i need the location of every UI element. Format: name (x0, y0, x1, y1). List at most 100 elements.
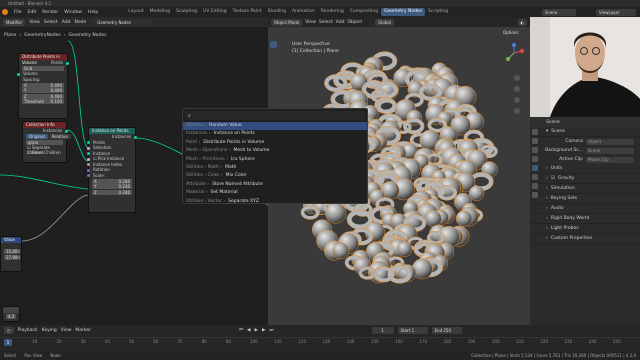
scale-y-field[interactable]: Y 0.240 (92, 184, 132, 189)
scale-x-field[interactable]: X 0.240 (92, 178, 132, 184)
blender-logo-icon[interactable] (2, 9, 8, 15)
tab-geometry-nodes[interactable]: Geometry Nodes (381, 8, 426, 16)
audio-panel[interactable]: › Audio (530, 204, 640, 214)
start-frame-field[interactable]: Start 1 (397, 326, 428, 334)
gravity-panel[interactable]: › ☑ Gravity (530, 174, 640, 184)
units-panel[interactable]: › Units (530, 164, 640, 174)
vp-menu-add[interactable]: Add (336, 20, 345, 25)
background-scene-field[interactable]: Scene (586, 147, 634, 154)
vp-menu-view[interactable]: View (305, 20, 316, 25)
scene-panel-header[interactable]: ▾ Scene (530, 127, 640, 137)
camera-field[interactable]: Object (586, 138, 634, 145)
menu-select[interactable]: Select (44, 20, 58, 25)
simulation-panel[interactable]: › Simulation (530, 184, 640, 194)
search-result-item[interactable]: Utilities › Vector › Separate XYZ (183, 198, 367, 206)
tab-scripting[interactable]: Scripting (425, 8, 451, 16)
timeline-ruler[interactable]: 0102030405060708090100110120130140150160… (0, 337, 640, 345)
custom-properties-panel[interactable]: › Custom Properties (530, 234, 640, 244)
search-result-item[interactable]: Mesh › Primitives › Ico Sphere (183, 156, 367, 164)
tab-shading[interactable]: Shading (265, 8, 289, 16)
modifier-tab-icon[interactable] (532, 192, 538, 198)
search-result-item[interactable]: Utilities › Math › Math (183, 164, 367, 172)
jump-end-button[interactable]: ⏭ (269, 327, 273, 333)
scale-z-field[interactable]: Z 0.240 (92, 189, 132, 195)
play-button[interactable]: ▶ (255, 328, 258, 333)
spacing-y-field[interactable]: Y 0.490 (22, 88, 64, 93)
search-result-item[interactable]: Point › Distribute Points in Volume (183, 139, 367, 147)
navigation-gizmo[interactable] (504, 43, 524, 63)
search-result-item[interactable]: Material › Set Material (183, 189, 367, 197)
spacing-z-field[interactable]: Z 0.490 (22, 93, 64, 99)
object-mode-dropdown[interactable]: Object Mode (271, 18, 303, 26)
search-result-item[interactable]: Instances › Instance on Points (183, 130, 367, 138)
output-tab-icon[interactable] (532, 147, 538, 153)
keying-menu[interactable]: Keying (42, 328, 57, 333)
value-field-2[interactable]: 27.900 (4, 254, 20, 260)
vp-menu-select[interactable]: Select (319, 20, 333, 25)
transform-orientation-dropdown[interactable]: Global (375, 18, 394, 26)
node-tree-selector[interactable]: Geometry Nodes (94, 18, 153, 26)
rigid-body-panel[interactable]: › Rigid Body World (530, 214, 640, 224)
threshold-field[interactable]: Threshold 0.100 (22, 99, 64, 104)
view-menu[interactable]: View (61, 328, 72, 333)
menu-view[interactable]: View (29, 20, 40, 25)
select-tool-icon[interactable] (270, 41, 277, 48)
search-result-item[interactable]: Attribute › Store Named Attribute (183, 181, 367, 189)
tab-uv-editing[interactable]: UV Editing (200, 8, 229, 16)
reset-children-checkbox[interactable]: ☑ Reset Children (23, 150, 66, 156)
tab-modeling[interactable]: Modeling (147, 8, 173, 16)
options-dropdown[interactable]: Options (500, 29, 522, 36)
playback-menu[interactable]: Playback (18, 328, 38, 333)
menu-window[interactable]: Window (61, 10, 85, 15)
distribute-points-node[interactable]: Distribute Points in Volume Points Grid … (17, 53, 69, 119)
relative-toggle[interactable]: Relative (48, 133, 71, 139)
move-tool-icon[interactable] (270, 59, 277, 66)
shading-mode-icon[interactable]: ◐ (517, 18, 527, 26)
menu-help[interactable]: Help (85, 10, 101, 15)
tab-rendering[interactable]: Rendering (318, 8, 347, 16)
breadcrumb-plane[interactable]: Plane (4, 33, 16, 38)
menu-render[interactable]: Render (39, 10, 61, 15)
collection-info-node[interactable]: Collection Info Instances Original Relat… (22, 121, 71, 163)
jump-start-button[interactable]: ⏮ (239, 327, 243, 333)
value-node[interactable]: Value 15.400 27.900 (0, 236, 22, 272)
next-key-button[interactable]: ▶ (262, 328, 265, 333)
menu-edit[interactable]: Edit (25, 10, 40, 15)
editor-type-dropdown[interactable]: Modifier (3, 18, 26, 26)
end-frame-field[interactable]: End 250 (431, 326, 462, 334)
scene-selector[interactable]: Scene (542, 8, 576, 16)
keying-sets-panel[interactable]: › Keying Sets (530, 194, 640, 204)
object-tab-icon[interactable] (532, 183, 538, 189)
render-tab-icon[interactable] (532, 138, 538, 144)
world-tab-icon[interactable] (532, 174, 538, 180)
partial-node[interactable]: 4.2 (2, 306, 20, 322)
scale-tool-icon[interactable] (270, 77, 277, 84)
camera-view-icon[interactable] (514, 97, 520, 103)
spacing-x-field[interactable]: X 0.490 (22, 82, 64, 88)
rotate-tool-icon[interactable] (270, 68, 277, 75)
annotate-tool-icon[interactable] (270, 95, 277, 102)
original-toggle[interactable]: Original (26, 133, 48, 139)
tab-texture-paint[interactable]: Texture Paint (230, 8, 265, 16)
zoom-icon[interactable] (514, 75, 520, 81)
search-result-item[interactable]: Utilities › Random Value (183, 122, 367, 131)
tab-animation[interactable]: Animation (289, 8, 318, 16)
menu-file[interactable]: File (11, 10, 25, 15)
current-frame-field[interactable]: 1 (371, 326, 394, 334)
marker-menu[interactable]: Marker (75, 328, 91, 333)
menu-node[interactable]: Node (74, 20, 86, 25)
partial-node-field[interactable]: 4.2 (6, 313, 16, 319)
transform-tool-icon[interactable] (270, 86, 277, 93)
value-field-1[interactable]: 15.400 (4, 249, 20, 254)
instance-on-points-node[interactable]: Instance on Points Instances Points Sele… (87, 127, 137, 213)
playhead[interactable]: 1 (4, 339, 12, 346)
search-result-item[interactable]: Mesh › Operations › Mesh to Volume (183, 147, 367, 155)
ortho-grid-icon[interactable] (514, 108, 520, 114)
cursor-tool-icon[interactable] (270, 50, 277, 57)
viewlayer-selector[interactable]: ViewLayer (596, 8, 636, 16)
tool-tab-icon[interactable] (532, 129, 538, 135)
tab-sculpting[interactable]: Sculpting (173, 8, 200, 16)
tab-compositing[interactable]: Compositing (347, 8, 381, 16)
light-probes-panel[interactable]: › Light Probes (530, 224, 640, 234)
pan-hand-icon[interactable] (514, 86, 520, 92)
